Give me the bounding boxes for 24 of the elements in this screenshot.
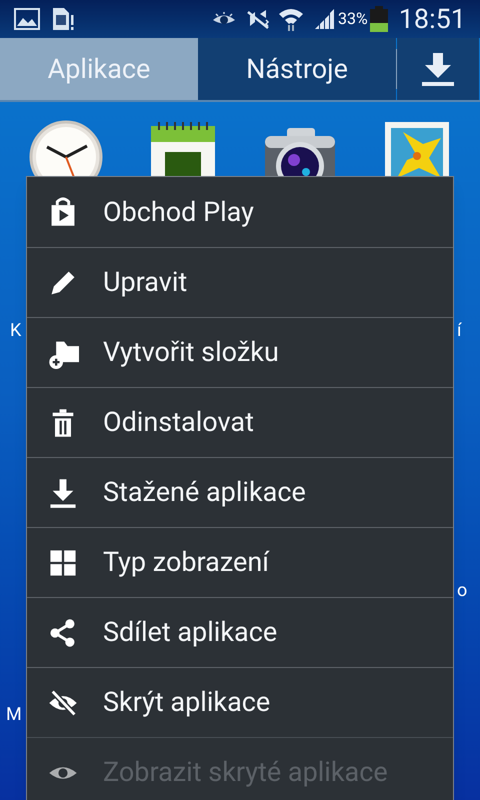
app-label: í (457, 322, 462, 340)
download-icon (420, 51, 456, 87)
menu-item[interactable]: Skrýt aplikace (27, 667, 453, 737)
clock-time: 18:51 (398, 2, 466, 37)
tab[interactable]: Nástroje (198, 38, 396, 100)
download-button[interactable] (397, 38, 479, 100)
battery-percent: 33% (338, 8, 368, 30)
eye-icon (212, 11, 236, 27)
app-label: o (457, 582, 468, 600)
menu-item[interactable]: Upravit (27, 247, 453, 317)
menu-item[interactable]: Odinstalovat (27, 387, 453, 457)
app-label: K (10, 322, 22, 340)
menu-item[interactable]: Obchod Play (27, 177, 453, 247)
app-label: M (6, 706, 22, 724)
signal-icon (314, 8, 336, 30)
sim-card-icon (52, 7, 74, 31)
menu-item[interactable]: Typ zobrazení (27, 527, 453, 597)
menu-item[interactable]: Stažené aplikace (27, 457, 453, 527)
battery-icon (368, 6, 389, 32)
wifi-icon (278, 7, 304, 31)
picture-notification-icon (14, 8, 40, 30)
menu-item[interactable]: Sdílet aplikace (27, 597, 453, 667)
mute-vibrate-icon (246, 8, 270, 30)
menu-item[interactable]: Vytvořit složku (27, 317, 453, 387)
